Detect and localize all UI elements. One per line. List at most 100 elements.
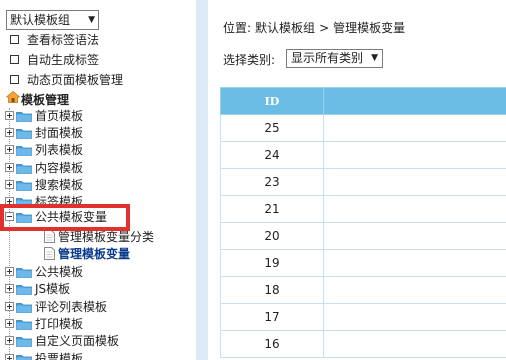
expand-plus-icon[interactable] (5, 111, 14, 120)
expand-plus-icon[interactable] (5, 302, 14, 311)
tree-folder-11[interactable]: 自定义页面模板 (0, 333, 119, 350)
highlight-annotation-box (0, 204, 130, 231)
table-row[interactable]: 16 (220, 330, 506, 358)
cell-id: 20 (220, 222, 324, 250)
table-header-row: ID (220, 87, 506, 115)
expand-plus-icon[interactable] (5, 163, 14, 172)
tree-child-1[interactable]: 管理模板变量分类 (44, 229, 154, 246)
template-group-select[interactable]: 默认模板组 ▼ (6, 10, 99, 30)
tree-folder-3[interactable]: 列表模板 (0, 142, 83, 159)
tree-folder-label: 内容模板 (35, 161, 84, 175)
tree-folder-7[interactable]: 公共模板 (0, 264, 83, 281)
folder-icon (16, 162, 32, 174)
tree-child-label: 管理模板变量 (58, 247, 131, 261)
tree-folder-9[interactable]: 评论列表模板 (0, 299, 107, 316)
category-select[interactable]: 显示所有类别 ▼ (286, 49, 383, 68)
tree-folder-label: 公共模板 (35, 265, 84, 279)
tree-folder-label: 封面模板 (35, 126, 84, 140)
table-row[interactable]: 17 (220, 303, 506, 331)
tree-folder-label: 首页模板 (35, 109, 84, 123)
nav-link-label: 自动生成标签 (27, 53, 100, 67)
nav-link-1[interactable]: 查看标签语法 (0, 32, 99, 49)
cell-id: 24 (220, 141, 324, 169)
expand-plus-icon[interactable] (5, 180, 14, 189)
table-row[interactable]: 25 (220, 114, 506, 142)
tree-folder-label: 打印模板 (35, 317, 84, 331)
tree-child-label: 管理模板变量分类 (58, 230, 155, 244)
cell-name (323, 114, 506, 142)
table-row[interactable]: 24 (220, 141, 506, 169)
tree-folder-1[interactable]: 首页模板 (0, 108, 83, 125)
tree-folder-12[interactable]: 投票模板 (0, 351, 83, 360)
cell-id: 16 (220, 330, 324, 358)
document-icon (44, 230, 55, 243)
column-header-name (323, 87, 506, 115)
category-label: 选择类别: (223, 53, 276, 67)
folder-icon (16, 127, 32, 139)
folder-icon (16, 266, 32, 278)
tree-child-2[interactable]: 管理模板变量 (44, 246, 130, 263)
expand-plus-icon[interactable] (5, 319, 14, 328)
variable-table: ID 25 24 23 21 20 19 18 17 16 (220, 87, 506, 358)
nav-link-3[interactable]: 动态页面模板管理 (0, 72, 123, 89)
cell-id: 23 (220, 168, 324, 196)
main-content: 位置: 默认模板组 > 管理模板变量 选择类别: 显示所有类别 ▼ ID 25 24 23… (208, 0, 506, 360)
cell-name (323, 249, 506, 277)
column-header-id[interactable]: ID (220, 87, 324, 115)
cell-id: 19 (220, 249, 324, 277)
cell-id: 17 (220, 303, 324, 331)
tree-folder-4[interactable]: 内容模板 (0, 160, 83, 177)
table-row[interactable]: 19 (220, 249, 506, 277)
left-nav-panel: 默认模板组 ▼ 查看标签语法 自动生成标签动态页面模板管理模板管理首页模板封面模板… (0, 0, 196, 360)
expand-plus-icon[interactable] (5, 354, 14, 360)
tree-folder-5[interactable]: 搜索模板 (0, 177, 83, 194)
tree-folder-10[interactable]: 打印模板 (0, 316, 83, 333)
cell-id: 25 (220, 114, 324, 142)
tree-folder-label: 投票模板 (35, 352, 84, 360)
folder-icon (16, 353, 32, 360)
folder-icon (16, 318, 32, 330)
breadcrumb-prefix: 位置: (223, 21, 252, 35)
cell-id: 21 (220, 195, 324, 223)
cell-name (323, 222, 506, 250)
template-group-select-value: 默认模板组 (10, 13, 71, 27)
cell-name (323, 303, 506, 331)
cell-name (323, 168, 506, 196)
table-row[interactable]: 21 (220, 195, 506, 223)
nav-link-label: 动态页面模板管理 (27, 73, 124, 87)
folder-icon (16, 301, 32, 313)
expand-plus-icon[interactable] (5, 145, 14, 154)
cell-name (323, 330, 506, 358)
expand-plus-icon[interactable] (5, 267, 14, 276)
expand-plus-icon[interactable] (5, 336, 14, 345)
breadcrumb-group[interactable]: 默认模板组 (255, 21, 315, 35)
tree-root: 模板管理 (0, 90, 70, 108)
document-icon (44, 247, 55, 260)
table-row[interactable]: 23 (220, 168, 506, 196)
home-icon (5, 90, 21, 108)
tree-folder-2[interactable]: 封面模板 (0, 125, 83, 142)
cell-name (323, 276, 506, 304)
cell-name (323, 195, 506, 223)
tree-folder-label: 搜索模板 (35, 178, 84, 192)
nav-link-label: 查看标签语法 (27, 33, 100, 47)
expand-plus-icon[interactable] (5, 128, 14, 137)
nav-link-2[interactable]: 自动生成标签 (0, 52, 99, 69)
panel-divider[interactable] (196, 0, 208, 360)
breadcrumb-separator: > (319, 21, 330, 35)
checkbox-icon (10, 35, 19, 44)
folder-icon (16, 144, 32, 156)
tree-folder-8[interactable]: JS模板 (0, 281, 70, 298)
folder-icon (16, 179, 32, 191)
dropdown-arrow-icon: ▼ (371, 53, 378, 63)
cell-id: 18 (220, 276, 324, 304)
breadcrumb-current[interactable]: 管理模板变量 (333, 21, 405, 35)
table-row[interactable]: 18 (220, 276, 506, 304)
tree-folder-label: 列表模板 (35, 143, 84, 157)
dropdown-arrow-icon: ▼ (88, 15, 95, 25)
folder-icon (16, 335, 32, 347)
table-row[interactable]: 20 (220, 222, 506, 250)
cell-name (323, 141, 506, 169)
expand-plus-icon[interactable] (5, 284, 14, 293)
tree-root-label: 模板管理 (21, 93, 70, 107)
